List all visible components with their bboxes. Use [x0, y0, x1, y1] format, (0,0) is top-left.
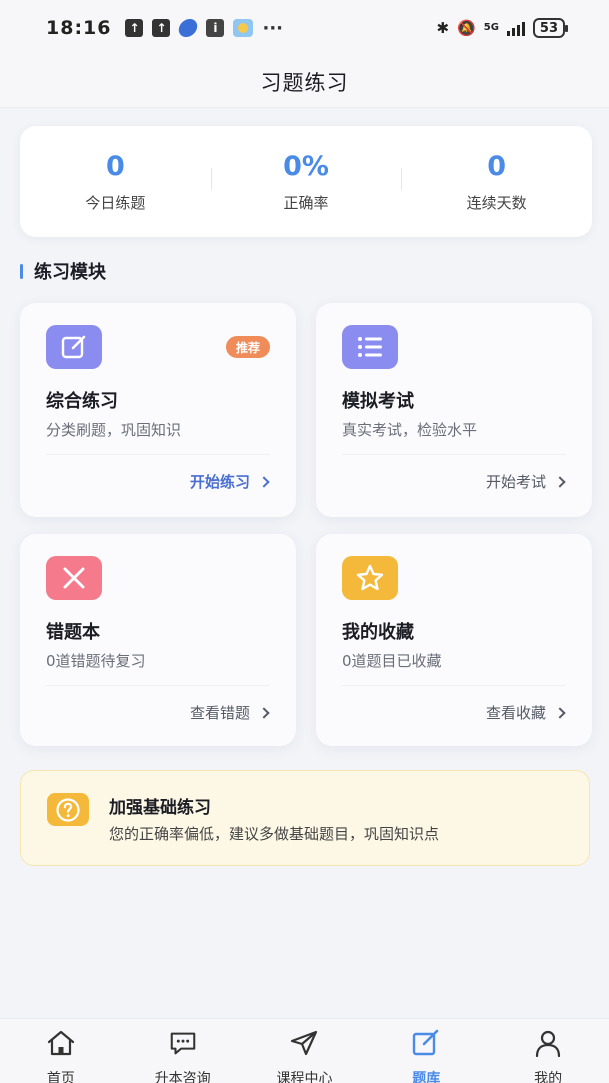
chevron-right-icon [258, 475, 270, 488]
module-title: 综合练习 [46, 391, 118, 412]
action-label: 开始练习 [189, 473, 250, 491]
section-header: 练习模块 [20, 258, 106, 284]
divider [342, 685, 566, 686]
page-title: 习题练习 [260, 70, 349, 95]
status-time: 18:16 [46, 17, 112, 39]
bluetooth-icon: ✱ [436, 19, 450, 37]
status-system-icons: ✱ 🔕 5G 53 [436, 18, 569, 38]
network-type: 5G [483, 22, 499, 33]
star-icon [342, 556, 398, 600]
module-description: 分类刷题，巩固知识 [46, 421, 182, 439]
module-description: 0道错题待复习 [46, 652, 146, 670]
tab-label: 首页 [46, 1071, 75, 1083]
recommend-badge: 推荐 [225, 336, 270, 358]
stat-label: 连续天数 [466, 194, 527, 212]
tab-question-bank[interactable]: 题库 [365, 1019, 487, 1083]
battery-icon: 53 [532, 18, 569, 38]
chevron-right-icon [554, 706, 566, 719]
chat-icon [168, 1029, 198, 1057]
divider [342, 454, 566, 455]
tip-text: 您的正确率偏低，建议多做基础题目，巩固知识点 [109, 825, 440, 843]
info-icon: i [206, 19, 225, 37]
stat-value: 0 [105, 151, 125, 182]
question-icon [47, 793, 89, 826]
module-description: 0道题目已收藏 [342, 652, 442, 670]
send-icon [289, 1029, 319, 1057]
tab-label: 课程中心 [276, 1071, 333, 1083]
tab-label: 题库 [412, 1071, 441, 1083]
upload-icon: ↑ [125, 19, 144, 37]
module-card-comprehensive-practice[interactable]: 推荐 综合练习 分类刷题，巩固知识 开始练习 [20, 303, 296, 517]
bottom-tab-bar: 首页 升本咨询 课程中心 题库 我的 [0, 1018, 609, 1083]
stat-today-practice: 0 今日练题 [20, 150, 211, 213]
home-icon [46, 1029, 76, 1057]
mute-icon: 🔕 [457, 19, 476, 37]
stat-value: 0% [283, 151, 329, 182]
chevron-right-icon [258, 706, 270, 719]
weather-icon [233, 19, 254, 37]
start-practice-button[interactable]: 开始练习 [189, 471, 270, 492]
action-label: 查看收藏 [485, 704, 546, 722]
section-title: 练习模块 [34, 262, 106, 283]
view-wrong-questions-button[interactable]: 查看错题 [189, 702, 270, 723]
more-icon: ··· [262, 17, 283, 39]
section-accent-bar [20, 263, 23, 279]
tab-home[interactable]: 首页 [0, 1019, 122, 1083]
tab-course-center[interactable]: 课程中心 [244, 1019, 366, 1083]
tip-card[interactable]: 加强基础练习 您的正确率偏低，建议多做基础题目，巩固知识点 [20, 770, 590, 866]
signal-icon [506, 20, 525, 36]
edit-icon [46, 325, 102, 369]
stat-label: 正确率 [283, 194, 329, 212]
module-card-wrong-questions[interactable]: 错题本 0道错题待复习 查看错题 [20, 534, 296, 746]
tab-consulting[interactable]: 升本咨询 [122, 1019, 244, 1083]
start-exam-button[interactable]: 开始考试 [485, 471, 566, 492]
chevron-right-icon [554, 475, 566, 488]
edit-icon [411, 1029, 441, 1057]
tab-profile[interactable]: 我的 [487, 1019, 609, 1083]
upload-icon: ↑ [152, 19, 171, 37]
tab-label: 升本咨询 [154, 1071, 211, 1083]
status-bar: 18:16 ↑ ↑ i ··· ✱ 🔕 5G 53 [0, 0, 609, 56]
module-card-favorites[interactable]: 我的收藏 0道题目已收藏 查看收藏 [316, 534, 592, 746]
stat-streak-days: 0 连续天数 [401, 150, 592, 213]
divider [46, 685, 270, 686]
user-icon [533, 1029, 563, 1057]
navigation-bar: 习题练习 [0, 56, 609, 108]
app-notification-icon [177, 19, 200, 37]
status-notification-icons: ↑ ↑ i ··· [125, 18, 283, 39]
stat-value: 0 [487, 151, 507, 182]
module-card-mock-exam[interactable]: 模拟考试 真实考试，检验水平 开始考试 [316, 303, 592, 517]
action-label: 查看错题 [189, 704, 250, 722]
module-title: 模拟考试 [342, 391, 414, 412]
module-description: 真实考试，检验水平 [342, 421, 478, 439]
stats-card: 0 今日练题 0% 正确率 0 连续天数 [20, 126, 592, 237]
list-icon [342, 325, 398, 369]
module-title: 我的收藏 [342, 622, 414, 643]
stat-accuracy: 0% 正确率 [210, 150, 402, 213]
divider [46, 454, 270, 455]
battery-level: 53 [539, 20, 558, 36]
tab-label: 我的 [534, 1071, 563, 1083]
stat-label: 今日练题 [85, 194, 146, 212]
action-label: 开始考试 [485, 473, 546, 491]
module-title: 错题本 [46, 622, 100, 643]
close-icon [46, 556, 102, 600]
tip-title: 加强基础练习 [109, 798, 211, 818]
view-favorites-button[interactable]: 查看收藏 [485, 702, 566, 723]
